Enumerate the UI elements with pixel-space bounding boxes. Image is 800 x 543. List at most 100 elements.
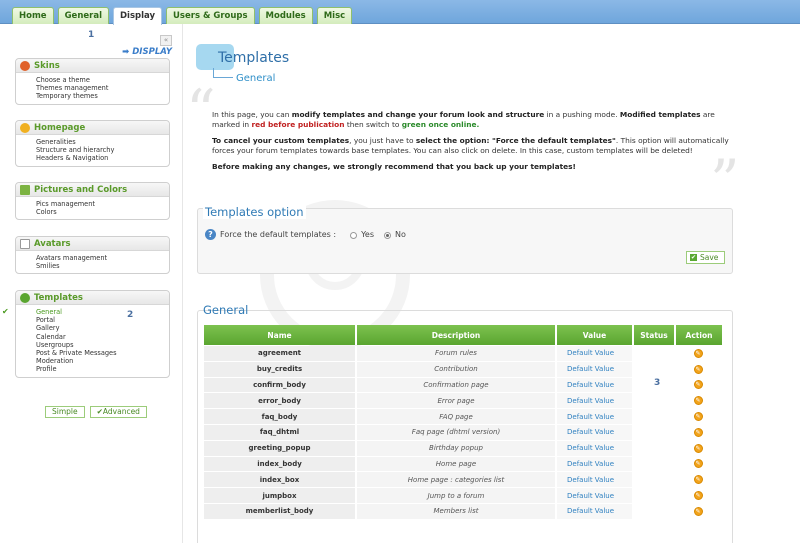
force-default-option-row: ? Force the default templates : Yes No <box>205 229 406 240</box>
edit-icon[interactable]: ✎ <box>693 348 703 358</box>
column-header-action[interactable]: Action <box>676 325 722 345</box>
template-name[interactable]: faq_dhtml <box>204 424 357 440</box>
template-name[interactable]: confirm_body <box>204 377 357 393</box>
tab-general[interactable]: General <box>57 7 109 24</box>
checkmark-icon: ✔ <box>2 307 9 316</box>
edit-icon[interactable]: ✎ <box>693 427 703 437</box>
template-name[interactable]: index_body <box>204 456 357 472</box>
sidebar-item-generalities[interactable]: Generalities <box>36 138 169 146</box>
table-row: faq_body FAQ page Default Value ✎ <box>204 409 722 424</box>
template-status <box>634 488 676 503</box>
templates-icon <box>20 293 30 303</box>
template-action: ✎ <box>676 361 722 377</box>
sidebar-block-avatars: Avatars Avatars management Smilies <box>15 236 170 275</box>
sidebar-item-gallery[interactable]: Gallery <box>36 324 169 332</box>
table-header-row: Name Description Value Status Action <box>204 325 722 345</box>
template-value: Default Value <box>557 440 634 456</box>
template-name[interactable]: buy_credits <box>204 361 357 377</box>
help-icon[interactable]: ? <box>205 229 216 240</box>
sidebar-item-avatars-management[interactable]: Avatars management <box>36 254 169 262</box>
edit-icon[interactable]: ✎ <box>693 475 703 485</box>
template-name[interactable]: faq_body <box>204 409 357 424</box>
template-action: ✎ <box>676 377 722 393</box>
sidebar-block-header[interactable]: Templates <box>16 291 169 305</box>
sidebar-item-themes-management[interactable]: Themes management <box>36 84 169 92</box>
sidebar-block-header[interactable]: Skins <box>16 59 169 73</box>
advanced-mode-button[interactable]: ✔Advanced <box>89 406 147 418</box>
template-action: ✎ <box>676 488 722 503</box>
sidebar-block-header[interactable]: Homepage <box>16 121 169 135</box>
main-tabs: Home General Display Users & Groups Modu… <box>12 7 353 25</box>
edit-icon[interactable]: ✎ <box>693 491 703 501</box>
template-status <box>634 393 676 409</box>
template-description: Forum rules <box>357 346 557 361</box>
home-icon <box>20 123 30 133</box>
edit-icon[interactable]: ✎ <box>693 364 703 374</box>
template-name[interactable]: jumpbox <box>204 488 357 503</box>
sidebar-item-profile[interactable]: Profile <box>36 365 169 373</box>
tab-misc[interactable]: Misc <box>316 7 353 24</box>
sidebar-item-portal[interactable]: Portal <box>36 316 169 324</box>
template-name[interactable]: memberlist_body <box>204 503 357 519</box>
template-description: Members list <box>357 503 557 519</box>
sidebar-item-usergroups[interactable]: Usergroups <box>36 341 169 349</box>
sidebar-item-colors[interactable]: Colors <box>36 208 169 216</box>
template-description: Home page <box>357 456 557 472</box>
table-row: index_box Home page : categories list De… <box>204 472 722 488</box>
sidebar-block-homepage: Homepage Generalities Structure and hier… <box>15 120 170 167</box>
template-status <box>634 440 676 456</box>
save-button-label: Save <box>700 253 719 262</box>
sidebar-item-post-private-messages[interactable]: Post & Private Messages <box>36 349 169 357</box>
edit-icon[interactable]: ✎ <box>693 412 703 422</box>
column-header-name[interactable]: Name <box>204 325 357 345</box>
column-header-description[interactable]: Description <box>357 325 557 345</box>
sidebar-item-structure-hierarchy[interactable]: Structure and hierarchy <box>36 146 169 154</box>
tab-home[interactable]: Home <box>12 7 54 24</box>
template-action: ✎ <box>676 424 722 440</box>
template-status <box>634 424 676 440</box>
simple-mode-button[interactable]: Simple <box>45 406 85 418</box>
table-row: faq_dhtml Faq page (dhtml version) Defau… <box>204 424 722 440</box>
template-name[interactable]: agreement <box>204 346 357 361</box>
tab-users-groups[interactable]: Users & Groups <box>166 7 255 24</box>
force-default-no-radio[interactable] <box>384 232 391 239</box>
collapse-sidebar-button[interactable]: « <box>160 35 172 46</box>
edit-icon[interactable]: ✎ <box>693 380 703 390</box>
edit-icon[interactable]: ✎ <box>693 443 703 453</box>
template-status <box>634 361 676 377</box>
sidebar-item-moderation[interactable]: Moderation <box>36 357 169 365</box>
sidebar-item-smilies[interactable]: Smilies <box>36 262 169 270</box>
save-button[interactable]: ✔ Save <box>686 251 726 264</box>
sidebar-item-calendar[interactable]: Calendar <box>36 333 169 341</box>
sidebar-item-general[interactable]: General <box>36 308 169 316</box>
tab-display[interactable]: Display <box>112 7 163 25</box>
sidebar-block-skins: Skins Choose a theme Themes management T… <box>15 58 170 105</box>
edit-icon[interactable]: ✎ <box>693 506 703 516</box>
column-divider <box>182 24 183 543</box>
top-tab-bar: Home General Display Users & Groups Modu… <box>0 0 800 25</box>
sidebar-block-header[interactable]: Pictures and Colors <box>16 183 169 197</box>
sidebar-item-temporary-themes[interactable]: Temporary themes <box>36 92 169 100</box>
template-status <box>634 409 676 424</box>
display-section-link[interactable]: ➡ DISPLAY <box>122 47 172 57</box>
template-name[interactable]: index_box <box>204 472 357 488</box>
sidebar-item-pics-management[interactable]: Pics management <box>36 200 169 208</box>
column-header-value[interactable]: Value <box>557 325 634 345</box>
column-header-status[interactable]: Status <box>634 325 676 345</box>
force-default-yes-radio[interactable] <box>350 232 358 239</box>
avatar-icon <box>20 239 30 249</box>
template-value: Default Value <box>557 472 634 488</box>
sidebar-item-choose-theme[interactable]: Choose a theme <box>36 76 169 84</box>
template-status <box>634 472 676 488</box>
sidebar-block-header[interactable]: Avatars <box>16 237 169 251</box>
sidebar-item-headers-navigation[interactable]: Headers & Navigation <box>36 154 169 162</box>
sidebar-block-title: Pictures and Colors <box>34 185 128 195</box>
edit-icon[interactable]: ✎ <box>693 396 703 406</box>
tab-modules[interactable]: Modules <box>258 7 313 24</box>
sidebar-block-title: Avatars <box>34 239 71 249</box>
edit-icon[interactable]: ✎ <box>693 459 703 469</box>
sidebar-block-title: Homepage <box>34 123 86 133</box>
template-name[interactable]: error_body <box>204 393 357 409</box>
save-icon: ✔ <box>690 254 697 261</box>
template-name[interactable]: greeting_popup <box>204 440 357 456</box>
